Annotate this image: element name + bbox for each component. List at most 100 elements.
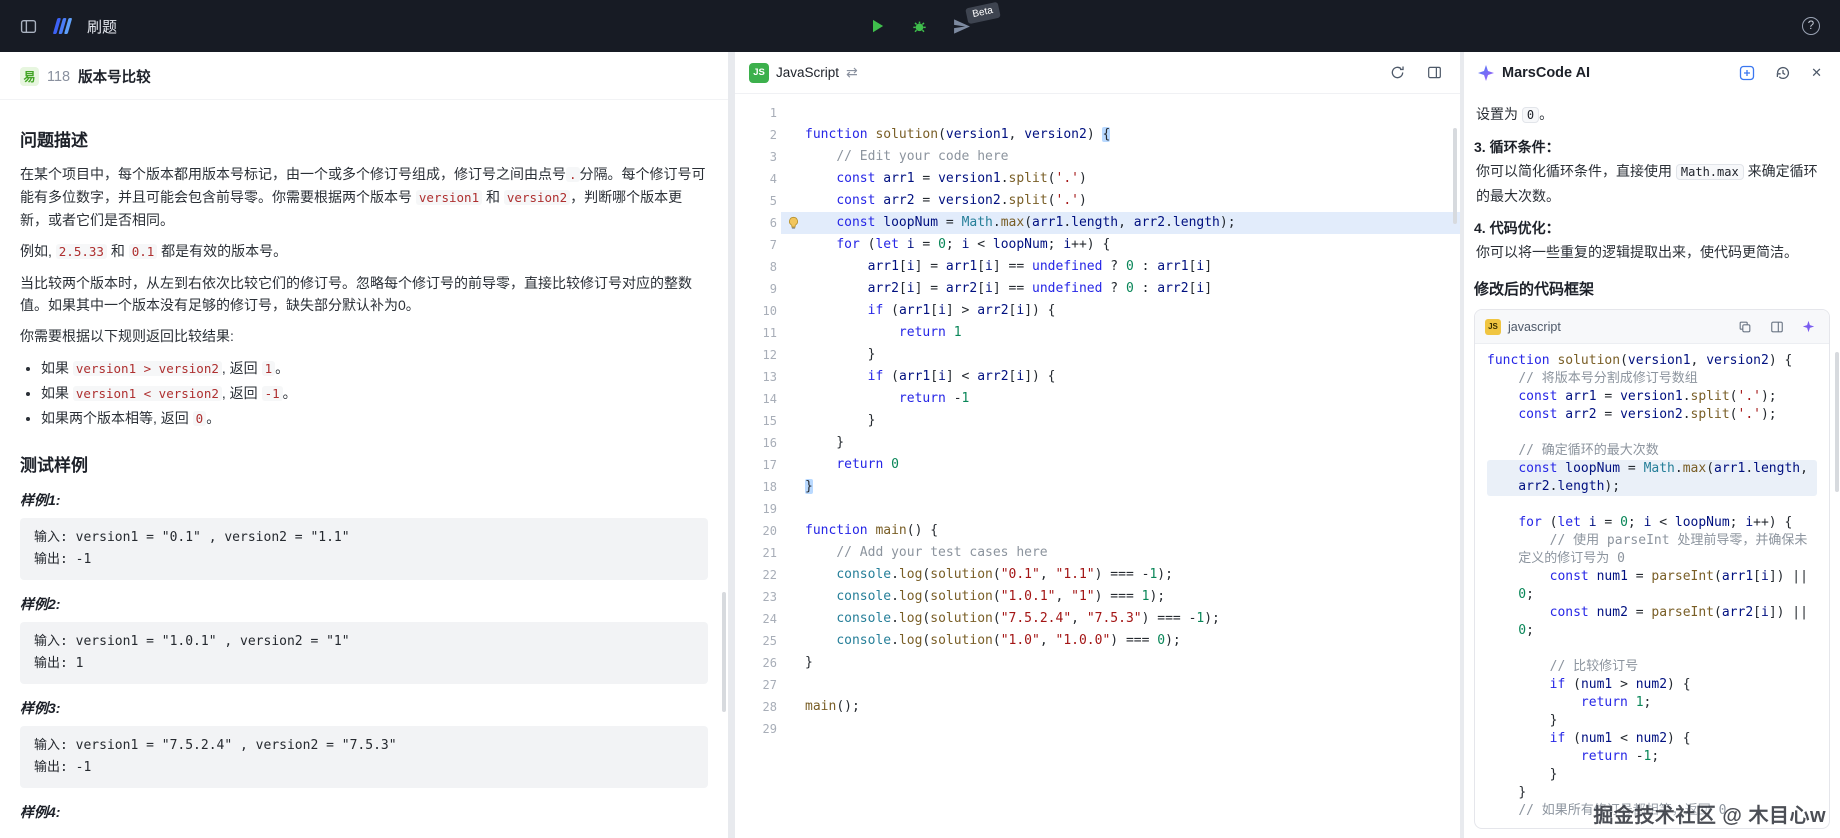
code-line[interactable]: 3 // Edit your code here [735, 146, 1460, 168]
code-line[interactable]: 28 main(); [735, 696, 1460, 718]
code-text[interactable]: console.log(solution("1.0.1", "1") === 1… [805, 586, 1460, 608]
ai-code-line: for (let i = 0; i < loopNum; i++) { [1518, 515, 1793, 530]
code-line[interactable]: 11 return 1 [735, 322, 1460, 344]
marscode-logo-icon [53, 18, 72, 34]
tip-label: 3. 循环条件： [1474, 139, 1560, 155]
lightbulb-icon[interactable] [787, 216, 800, 230]
code-line[interactable]: 26} [735, 652, 1460, 674]
code-text[interactable] [805, 102, 1460, 124]
code-line[interactable]: 15 } [735, 410, 1460, 432]
code-text[interactable]: } [805, 432, 1460, 454]
code-line[interactable]: 6 const loopNum = Math.max(arr1.length, … [735, 212, 1460, 234]
code-text[interactable]: } [805, 344, 1460, 366]
panel-splitter[interactable] [728, 52, 735, 838]
code-text[interactable]: const loopNum = Math.max(arr1.length, ar… [805, 212, 1460, 234]
code-text[interactable]: console.log(solution("0.1", "1.1") === -… [805, 564, 1460, 586]
ai-code-line: if (num1 > num2) { [1549, 677, 1691, 692]
ai-chat-content: 设置为 0。 3. 循环条件： 你可以简化循环条件，直接使用 Math.max … [1464, 94, 1840, 838]
code-line[interactable]: 24 console.log(solution("7.5.2.4", "7.5.… [735, 608, 1460, 630]
code-line[interactable]: 19 [735, 498, 1460, 520]
code-text[interactable]: return -1 [805, 388, 1460, 410]
line-number: 4 [769, 172, 777, 186]
line-number: 1 [769, 106, 777, 120]
code-text[interactable]: console.log(solution("7.5.2.4", "7.5.3")… [805, 608, 1460, 630]
code-text[interactable] [805, 498, 1460, 520]
code-text[interactable]: arr1[i] = arr1[i] == undefined ? 0 : arr… [805, 256, 1460, 278]
code-text[interactable]: return 1 [805, 322, 1460, 344]
code-text[interactable]: function main() { [805, 520, 1460, 542]
refresh-icon [1391, 66, 1404, 79]
apply-code-button[interactable] [1798, 316, 1819, 337]
copy-code-button[interactable] [1734, 316, 1756, 338]
code-line[interactable]: 13 if (arr1[i] < arr2[i]) { [735, 366, 1460, 388]
code-line[interactable]: 14 return -1 [735, 388, 1460, 410]
reset-code-button[interactable] [1386, 61, 1409, 84]
layout-button[interactable] [1423, 61, 1446, 84]
code-line[interactable]: 25 console.log(solution("1.0", "1.0.0") … [735, 630, 1460, 652]
nav-practice-label[interactable]: 刷题 [87, 16, 117, 37]
code-line[interactable]: 2 function solution(version1, version2) { [735, 124, 1460, 146]
run-button[interactable] [865, 13, 891, 39]
code-line[interactable]: 1 [735, 102, 1460, 124]
code-line[interactable]: 7 for (let i = 0; i < loopNum; i++) { [735, 234, 1460, 256]
ai-scrollbar-thumb[interactable] [1835, 352, 1839, 492]
code-line[interactable]: 9 arr2[i] = arr2[i] == undefined ? 0 : a… [735, 278, 1460, 300]
marscode-logo[interactable] [49, 16, 75, 36]
swap-language-icon[interactable]: ⇄ [846, 64, 858, 81]
code-text[interactable]: if (arr1[i] > arr2[i]) { [805, 300, 1460, 322]
code-text[interactable]: } [805, 410, 1460, 432]
line-number: 17 [762, 458, 777, 472]
code-text[interactable]: } [805, 652, 1460, 674]
code-line[interactable]: 22 console.log(solution("0.1", "1.1") ==… [735, 564, 1460, 586]
code-text[interactable]: main(); [805, 696, 1460, 718]
close-panel-button[interactable]: ✕ [1807, 61, 1826, 85]
code-line[interactable]: 8 arr1[i] = arr1[i] == undefined ? 0 : a… [735, 256, 1460, 278]
code-line[interactable]: 17 return 0 [735, 454, 1460, 476]
code-editor[interactable]: 1 2 function solution(version1, version2) … [735, 94, 1460, 838]
code-line[interactable]: 16 } [735, 432, 1460, 454]
ai-code-line: const arr1 = version1.split('.'); [1518, 389, 1777, 404]
editor-actions [1386, 61, 1446, 84]
debug-button[interactable] [907, 13, 933, 39]
code-line[interactable]: 4 const arr1 = version1.split('.') [735, 168, 1460, 190]
code-text[interactable]: // Edit your code here [805, 146, 1460, 168]
code-text[interactable]: function solution(version1, version2) { [805, 124, 1460, 146]
insert-code-button[interactable] [1766, 316, 1788, 338]
language-select[interactable]: JS JavaScript ⇄ [749, 62, 858, 83]
new-chat-button[interactable] [1735, 61, 1759, 85]
inline-code: 0.1 [128, 244, 158, 259]
code-line[interactable]: 5 const arr2 = version2.split('.') [735, 190, 1460, 212]
javascript-badge-icon: JS [749, 62, 769, 83]
sample-block: 输入: version1 = "1.0.1" , version2 = "1" … [20, 622, 708, 684]
history-button[interactable] [1771, 61, 1795, 85]
inline-code: version2 [503, 190, 571, 205]
sidebar-toggle-button[interactable] [16, 14, 41, 39]
line-number: 24 [762, 612, 777, 626]
code-text[interactable]: // Add your test cases here [805, 542, 1460, 564]
code-line[interactable]: 20 function main() { [735, 520, 1460, 542]
help-button[interactable]: ? [1798, 13, 1824, 39]
code-text[interactable]: const arr2 = version2.split('.') [805, 190, 1460, 212]
code-text[interactable]: arr2[i] = arr2[i] == undefined ? 0 : arr… [805, 278, 1460, 300]
code-text[interactable]: const arr1 = version1.split('.') [805, 168, 1460, 190]
paragraph: 你需要根据以下规则返回比较结果: [20, 328, 234, 344]
code-line[interactable]: 27 [735, 674, 1460, 696]
code-line[interactable]: 23 console.log(solution("1.0.1", "1") ==… [735, 586, 1460, 608]
code-line[interactable]: 21 // Add your test cases here [735, 542, 1460, 564]
code-text[interactable]: } [805, 476, 1460, 498]
code-line[interactable]: 10 if (arr1[i] > arr2[i]) { [735, 300, 1460, 322]
code-text[interactable]: return 0 [805, 454, 1460, 476]
sample: 样例2: 输入: version1 = "1.0.1" , version2 =… [20, 594, 708, 684]
tip-body: 你可以将一些重复的逻辑提取出来，使代码更简洁。 [1476, 244, 1798, 260]
code-line[interactable]: 29 [735, 718, 1460, 740]
code-line[interactable]: 12 } [735, 344, 1460, 366]
editor-scrollbar-thumb[interactable] [1453, 128, 1457, 224]
code-text[interactable]: console.log(solution("1.0", "1.0.0") ===… [805, 630, 1460, 652]
code-line[interactable]: 18} [735, 476, 1460, 498]
code-text[interactable]: for (let i = 0; i < loopNum; i++) { [805, 234, 1460, 256]
inline-code: 2.5.33 [55, 244, 107, 259]
code-text[interactable] [805, 718, 1460, 740]
code-text[interactable]: if (arr1[i] < arr2[i]) { [805, 366, 1460, 388]
code-text[interactable] [805, 674, 1460, 696]
problem-scrollbar-thumb[interactable] [722, 592, 726, 712]
